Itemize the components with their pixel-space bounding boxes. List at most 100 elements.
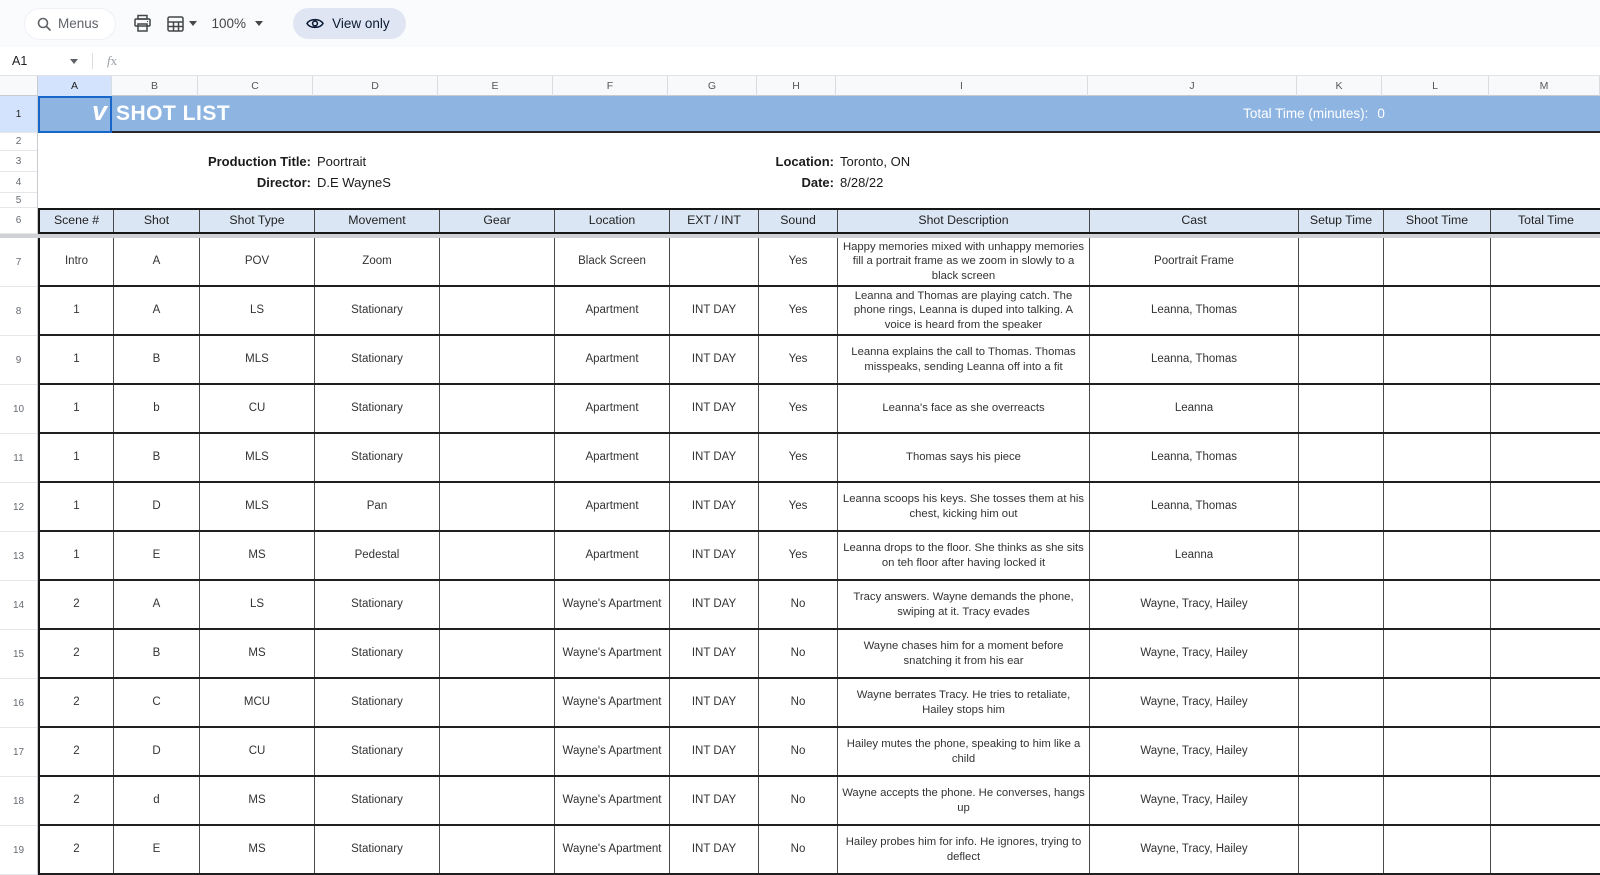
header-cell[interactable]: Shot: [114, 210, 200, 232]
table-cell[interactable]: Happy memories mixed with unhappy memori…: [838, 238, 1090, 285]
table-cell[interactable]: [1491, 679, 1600, 726]
table-cell[interactable]: [1299, 826, 1384, 873]
table-cell[interactable]: Leanna's face as she overreacts: [838, 385, 1090, 432]
table-cell[interactable]: [1384, 581, 1491, 628]
table-cell[interactable]: Apartment: [555, 336, 670, 383]
table-cell[interactable]: [440, 630, 555, 677]
filter-views-button[interactable]: [159, 8, 204, 40]
view-only-badge[interactable]: View only: [293, 8, 406, 39]
table-cell[interactable]: INT DAY: [670, 385, 759, 432]
row-header-13[interactable]: 13: [0, 532, 37, 581]
header-cell[interactable]: Total Time: [1491, 210, 1600, 232]
table-cell[interactable]: [1299, 385, 1384, 432]
table-cell[interactable]: INT DAY: [670, 826, 759, 873]
column-header-I[interactable]: I: [836, 76, 1088, 96]
table-cell[interactable]: [1491, 336, 1600, 383]
column-header-M[interactable]: M: [1489, 76, 1600, 96]
table-cell[interactable]: Stationary: [315, 581, 440, 628]
table-cell[interactable]: No: [759, 679, 838, 726]
table-cell[interactable]: [1491, 385, 1600, 432]
row-header-3[interactable]: 3: [0, 151, 37, 172]
table-cell[interactable]: [1491, 728, 1600, 775]
row-header-8[interactable]: 8: [0, 287, 37, 336]
table-cell[interactable]: [1299, 777, 1384, 824]
table-cell[interactable]: [1384, 630, 1491, 677]
table-cell[interactable]: 2: [40, 826, 114, 873]
table-cell[interactable]: [1491, 434, 1600, 481]
table-cell[interactable]: Apartment: [555, 483, 670, 530]
table-cell[interactable]: Apartment: [555, 434, 670, 481]
table-cell[interactable]: No: [759, 581, 838, 628]
print-button[interactable]: [126, 8, 159, 40]
table-cell[interactable]: E: [114, 532, 200, 579]
table-cell[interactable]: Apartment: [555, 532, 670, 579]
table-cell[interactable]: MLS: [200, 434, 315, 481]
header-cell[interactable]: Location: [555, 210, 670, 232]
table-cell[interactable]: Wayne's Apartment: [555, 581, 670, 628]
table-cell[interactable]: [440, 238, 555, 285]
table-cell[interactable]: Wayne berrates Tracy. He tries to retali…: [838, 679, 1090, 726]
formula-input[interactable]: [117, 47, 1600, 75]
table-cell[interactable]: E: [114, 826, 200, 873]
table-cell[interactable]: [1384, 336, 1491, 383]
table-cell[interactable]: Wayne's Apartment: [555, 728, 670, 775]
row-header-5[interactable]: 5: [0, 193, 37, 208]
table-cell[interactable]: INT DAY: [670, 679, 759, 726]
table-cell[interactable]: [1299, 238, 1384, 285]
table-cell[interactable]: No: [759, 777, 838, 824]
column-header-B[interactable]: B: [112, 76, 198, 96]
row-header-18[interactable]: 18: [0, 777, 37, 826]
table-cell[interactable]: [1384, 826, 1491, 873]
table-cell[interactable]: MS: [200, 826, 315, 873]
table-cell[interactable]: Yes: [759, 532, 838, 579]
row-header-12[interactable]: 12: [0, 483, 37, 532]
table-cell[interactable]: INT DAY: [670, 483, 759, 530]
column-header-L[interactable]: L: [1382, 76, 1489, 96]
table-cell[interactable]: Stationary: [315, 826, 440, 873]
table-cell[interactable]: [1299, 630, 1384, 677]
table-cell[interactable]: MCU: [200, 679, 315, 726]
table-cell[interactable]: 1: [40, 385, 114, 432]
cell-name-box[interactable]: A1: [0, 54, 86, 68]
header-cell[interactable]: Scene #: [40, 210, 114, 232]
table-cell[interactable]: INT DAY: [670, 287, 759, 334]
table-cell[interactable]: [1491, 777, 1600, 824]
table-cell[interactable]: Stationary: [315, 630, 440, 677]
row-header-15[interactable]: 15: [0, 630, 37, 679]
table-cell[interactable]: INT DAY: [670, 581, 759, 628]
table-cell[interactable]: 2: [40, 679, 114, 726]
zoom-select[interactable]: 100%: [204, 16, 272, 31]
header-cell[interactable]: Gear: [440, 210, 555, 232]
row-header-10[interactable]: 10: [0, 385, 37, 434]
table-cell[interactable]: [1491, 581, 1600, 628]
table-cell[interactable]: [1384, 287, 1491, 334]
table-cell[interactable]: Black Screen: [555, 238, 670, 285]
table-cell[interactable]: Leanna, Thomas: [1090, 483, 1299, 530]
header-cell[interactable]: Shoot Time: [1384, 210, 1491, 232]
table-cell[interactable]: Pan: [315, 483, 440, 530]
table-cell[interactable]: Leanna scoops his keys. She tosses them …: [838, 483, 1090, 530]
table-cell[interactable]: Yes: [759, 287, 838, 334]
row-header-14[interactable]: 14: [0, 581, 37, 630]
table-cell[interactable]: 2: [40, 581, 114, 628]
table-cell[interactable]: Wayne chases him for a moment before sna…: [838, 630, 1090, 677]
table-cell[interactable]: Wayne accepts the phone. He converses, h…: [838, 777, 1090, 824]
table-cell[interactable]: Wayne, Tracy, Hailey: [1090, 777, 1299, 824]
table-cell[interactable]: [1384, 238, 1491, 285]
table-cell[interactable]: Stationary: [315, 434, 440, 481]
row-header-11[interactable]: 11: [0, 434, 37, 483]
table-cell[interactable]: Wayne, Tracy, Hailey: [1090, 826, 1299, 873]
table-cell[interactable]: MLS: [200, 336, 315, 383]
table-cell[interactable]: [1384, 385, 1491, 432]
column-header-A[interactable]: A: [38, 76, 112, 96]
table-cell[interactable]: Wayne, Tracy, Hailey: [1090, 630, 1299, 677]
table-cell[interactable]: Yes: [759, 483, 838, 530]
table-cell[interactable]: Poortrait Frame: [1090, 238, 1299, 285]
table-cell[interactable]: Tracy answers. Wayne demands the phone, …: [838, 581, 1090, 628]
table-cell[interactable]: Wayne, Tracy, Hailey: [1090, 679, 1299, 726]
table-cell[interactable]: [1299, 287, 1384, 334]
table-cell[interactable]: POV: [200, 238, 315, 285]
director-value[interactable]: D.E WayneS: [317, 172, 391, 193]
table-cell[interactable]: Intro: [40, 238, 114, 285]
menus-search-button[interactable]: Menus: [24, 8, 116, 40]
